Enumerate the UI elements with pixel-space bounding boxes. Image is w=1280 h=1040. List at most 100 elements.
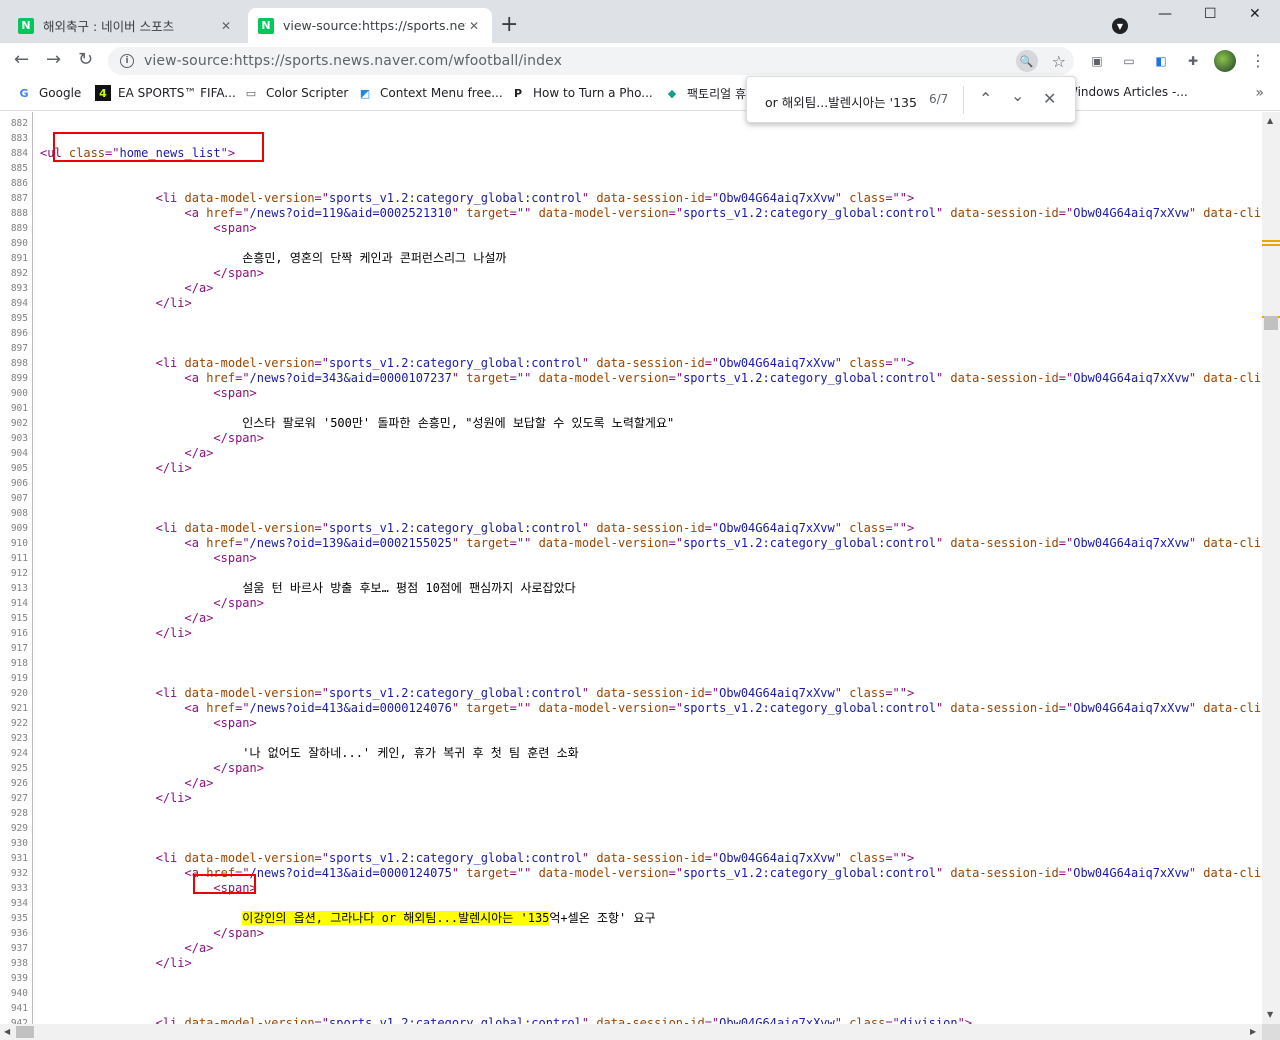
scrollbar-thumb[interactable] — [1264, 316, 1278, 330]
chevron-up-icon[interactable]: ⌃ — [979, 89, 992, 108]
code-token: class — [849, 851, 886, 865]
code-token: ="" — [509, 371, 539, 385]
code-token: " — [1188, 701, 1204, 715]
bookmark-windows-articles[interactable]: Windows Articles -... — [1066, 85, 1188, 99]
line-code: <li data-model-version="sports_v1.2:cate… — [40, 356, 915, 371]
code-token: =" — [235, 206, 250, 220]
code-token: Obw04G64aiq7xXvw — [1073, 536, 1189, 550]
bookmark-google[interactable]: G Google — [16, 85, 81, 101]
code-token: data-model-version — [184, 851, 315, 865]
code-token: </li> — [155, 956, 192, 970]
close-icon[interactable]: ✕ — [1043, 89, 1056, 108]
scroll-left-icon[interactable]: ◀ — [4, 1027, 10, 1036]
address-bar[interactable]: i view-source:https://sports.news.naver.… — [108, 47, 1074, 75]
source-line: 906 — [0, 476, 1262, 491]
line-number: 914 — [10, 598, 28, 609]
tab-view-source[interactable]: N view-source:https://sports.news. ✕ — [248, 8, 492, 43]
maximize-icon[interactable]: ☐ — [1204, 6, 1217, 22]
code-token: <span> — [213, 221, 257, 235]
scroll-up-icon[interactable]: ▲ — [1267, 116, 1273, 125]
bookmark-context-menu[interactable]: ◩ Context Menu free... — [357, 85, 503, 101]
bookmark-factorial[interactable]: ◆ 팩토리얼 휴 — [664, 85, 746, 102]
code-token: /news?oid=413&aid=0000124076 — [249, 701, 452, 715]
line-number: 885 — [10, 163, 28, 174]
close-icon[interactable]: ✕ — [218, 18, 234, 34]
find-lens-icon[interactable]: 🔍 — [1015, 50, 1038, 72]
bookmark-how-to[interactable]: P How to Turn a Pho... — [510, 85, 653, 101]
code-token: data-clickcode — [1203, 371, 1262, 385]
code-token: </span> — [213, 926, 264, 940]
source-line: 911 <span> — [0, 551, 1262, 566]
code-token: =" — [704, 686, 720, 700]
chevron-double-right-icon[interactable]: » — [1255, 85, 1264, 101]
find-match-count: 6/7 — [929, 92, 949, 106]
scroll-down-icon[interactable]: ▼ — [1267, 1010, 1273, 1019]
source-line: 921 <a href="/news?oid=413&aid=000012407… — [0, 701, 1262, 716]
extension-icon[interactable]: ▣ — [1088, 52, 1106, 70]
window-close-icon[interactable]: ✕ — [1249, 6, 1261, 22]
scrollbar-thumb[interactable] — [16, 1026, 34, 1038]
tab-title: 해외축구 : 네이버 스포츠 — [43, 19, 175, 34]
code-token: Obw04G64aiq7xXvw — [719, 191, 835, 205]
bookmark-ea-sports[interactable]: 4 EA SPORTS™ FIFA... — [95, 85, 236, 101]
vertical-scrollbar[interactable]: ▲ ▼ — [1262, 112, 1280, 1024]
line-code: <span> — [40, 386, 257, 401]
line-number: 932 — [10, 868, 28, 879]
extensions-puzzle-icon[interactable]: ✚ — [1184, 52, 1202, 70]
line-code: <li data-model-version="sports_v1.2:cate… — [40, 521, 915, 536]
source-line: 902 인스타 팔로워 '500만' 돌파한 손흥민, "성원에 보답할 수 있… — [0, 416, 1262, 431]
close-icon[interactable]: ✕ — [466, 18, 482, 34]
code-token: ="" — [509, 701, 539, 715]
reload-icon[interactable]: ↻ — [78, 51, 93, 69]
menu-dots-icon[interactable]: ⋮ — [1250, 51, 1266, 70]
code-token: <span> — [213, 386, 257, 400]
source-line: 942 <li data-model-version="sports_v1.2:… — [0, 1016, 1262, 1024]
line-code: <a href="/news?oid=343&aid=0000107237" t… — [40, 371, 1263, 386]
tab-naver-sports[interactable]: N 해외축구 : 네이버 스포츠 ✕ — [8, 8, 244, 43]
horizontal-scrollbar[interactable]: ◀ ▶ — [0, 1024, 1262, 1040]
code-token: data-session-id — [950, 536, 1059, 550]
avatar[interactable] — [1214, 50, 1236, 72]
line-number: 897 — [10, 343, 28, 354]
ea-fifa-icon: 4 — [95, 85, 111, 101]
tab-search-icon[interactable]: ▼ — [1112, 18, 1128, 34]
line-code: <li data-model-version="sports_v1.2:cate… — [40, 1016, 972, 1024]
source-line: 931 <li data-model-version="sports_v1.2:… — [0, 851, 1262, 866]
source-line: 910 <a href="/news?oid=139&aid=000215502… — [0, 536, 1262, 551]
code-token: class — [849, 191, 886, 205]
extension-icon[interactable]: ▭ — [1120, 52, 1138, 70]
back-arrow-icon[interactable]: ← — [14, 51, 29, 69]
bookmark-star-icon[interactable]: ☆ — [1052, 52, 1066, 71]
minimize-icon[interactable]: — — [1158, 6, 1172, 22]
line-number: 911 — [10, 553, 28, 564]
chevron-down-icon[interactable]: ⌄ — [1011, 86, 1024, 105]
line-code: </span> — [40, 761, 264, 776]
code-token: =" — [1058, 536, 1074, 550]
source-line: 893 </a> — [0, 281, 1262, 296]
code-token: " — [1188, 536, 1204, 550]
new-tab-button[interactable]: + — [500, 14, 518, 36]
line-number: 906 — [10, 478, 28, 489]
line-number: 930 — [10, 838, 28, 849]
code-token: class — [849, 521, 886, 535]
source-line: 938 </li> — [0, 956, 1262, 971]
info-icon[interactable]: i — [120, 54, 134, 68]
source-line: 896 — [0, 326, 1262, 341]
line-number: 890 — [10, 238, 28, 249]
extension-icon[interactable]: ◧ — [1152, 52, 1170, 70]
bookmark-color-scripter[interactable]: ▭ Color Scripter — [243, 85, 348, 101]
scroll-right-icon[interactable]: ▶ — [1250, 1027, 1256, 1036]
line-number: 919 — [10, 673, 28, 684]
code-token: data-session-id — [596, 686, 705, 700]
forward-arrow-icon[interactable]: → — [46, 51, 61, 69]
code-token: </span> — [213, 431, 264, 445]
find-input[interactable]: or 해외팀...발렌시아는 '135 — [765, 92, 917, 111]
line-number: 884 — [10, 148, 28, 159]
code-token: data-session-id — [596, 521, 705, 535]
